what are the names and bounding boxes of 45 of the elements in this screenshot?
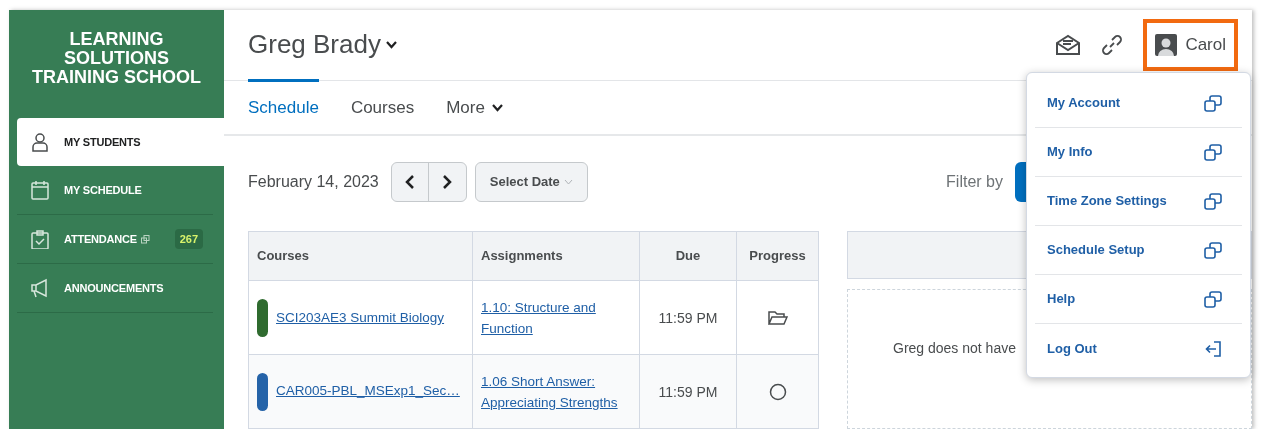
nav-item[interactable]: MY SCHEDULE <box>17 166 213 215</box>
external-link-icon <box>1204 290 1222 308</box>
nav-item[interactable]: ANNOUNCEMENTS <box>17 264 213 313</box>
nav-item[interactable]: ATTENDANCE 267 <box>17 215 213 264</box>
count-badge: 267 <box>174 228 203 250</box>
link-icon[interactable] <box>1101 33 1124 56</box>
avatar-icon <box>1155 33 1178 56</box>
calendar-icon <box>30 180 50 200</box>
clipboard-icon <box>30 229 50 249</box>
due-time: 11:59 PM <box>658 309 718 326</box>
empty-message: Greg does not have <box>893 339 1016 358</box>
menu-item[interactable]: My Account <box>1035 79 1242 128</box>
menu-item[interactable]: Schedule Setup <box>1035 226 1242 275</box>
megaphone-icon <box>30 278 50 298</box>
caret-icon <box>563 178 573 185</box>
tab[interactable]: More <box>446 80 504 135</box>
menu-item[interactable]: Help <box>1035 275 1242 324</box>
external-link-icon <box>1204 192 1222 210</box>
circle-icon <box>768 382 787 401</box>
current-date: February 14, 2023 <box>248 171 379 192</box>
external-link-icon <box>1204 94 1222 112</box>
person-icon <box>30 132 50 152</box>
column-header: Progress <box>736 231 819 281</box>
menu-item[interactable]: My Info <box>1035 128 1242 177</box>
external-link-icon <box>1204 143 1222 161</box>
select-date-button[interactable]: Select Date <box>474 161 588 202</box>
filter-label: Filter by <box>946 171 1003 192</box>
tab[interactable]: Courses <box>350 80 415 135</box>
tab[interactable]: Schedule <box>248 78 319 135</box>
caret-icon <box>384 40 398 50</box>
school-logo: LEARNING SOLUTIONS TRAINING SCHOOL <box>31 30 202 87</box>
nav-item[interactable]: MY STUDENTS <box>17 118 224 166</box>
mail-icon[interactable] <box>1055 32 1082 57</box>
column-header: Courses <box>248 231 473 281</box>
menu-item[interactable]: Log Out <box>1035 324 1242 373</box>
menu-item[interactable]: Time Zone Settings <box>1035 177 1242 226</box>
logout-icon <box>1205 340 1222 357</box>
chevron-right-icon <box>442 174 453 189</box>
folder-icon <box>767 309 788 326</box>
due-time: 11:59 PM <box>658 383 718 400</box>
column-header: Assignments <box>472 231 640 281</box>
student-selector[interactable]: Greg Brady <box>248 25 398 65</box>
external-link-icon <box>1204 241 1222 259</box>
chevron-left-icon <box>404 174 415 189</box>
column-header: Due <box>639 231 737 281</box>
